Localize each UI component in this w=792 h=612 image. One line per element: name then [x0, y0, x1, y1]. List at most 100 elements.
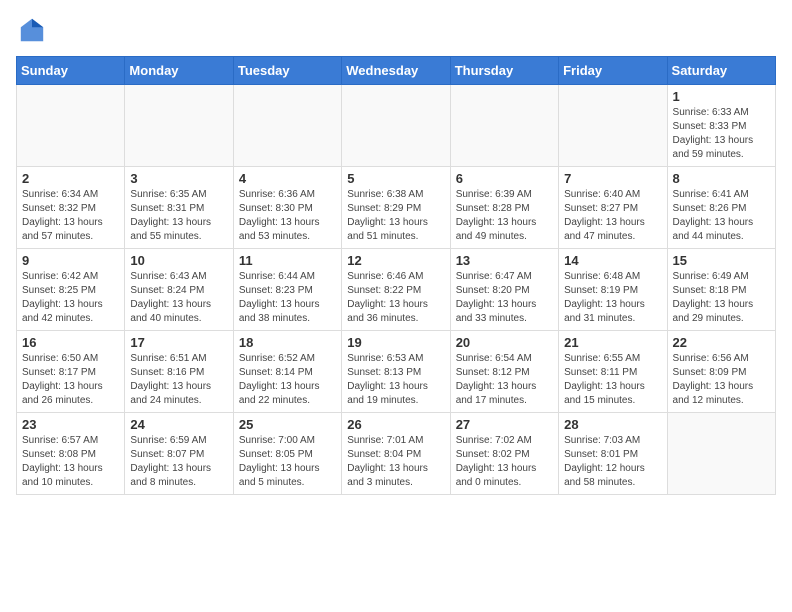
- day-number: 12: [347, 253, 444, 268]
- day-cell: 15 Sunrise: 6:49 AM Sunset: 8:18 PM Dayli…: [667, 249, 775, 331]
- day-number: 14: [564, 253, 661, 268]
- day-info: Sunrise: 7:03 AM Sunset: 8:01 PM Dayligh…: [564, 434, 661, 490]
- day-info: Sunrise: 6:49 AM Sunset: 8:18 PM Dayligh…: [673, 270, 770, 326]
- day-info: Sunrise: 6:56 AM Sunset: 8:09 PM Dayligh…: [673, 352, 770, 408]
- day-info: Sunrise: 6:57 AM Sunset: 8:08 PM Dayligh…: [22, 434, 119, 490]
- day-cell: 1 Sunrise: 6:33 AM Sunset: 8:33 PM Daylig…: [667, 85, 775, 167]
- day-cell: 5 Sunrise: 6:38 AM Sunset: 8:29 PM Daylig…: [342, 167, 450, 249]
- day-cell: 2 Sunrise: 6:34 AM Sunset: 8:32 PM Daylig…: [17, 167, 125, 249]
- day-number: 23: [22, 417, 119, 432]
- weekday-header-friday: Friday: [559, 57, 667, 85]
- day-number: 19: [347, 335, 444, 350]
- weekday-header-monday: Monday: [125, 57, 233, 85]
- logo: [16, 16, 46, 44]
- week-row-2: 2 Sunrise: 6:34 AM Sunset: 8:32 PM Daylig…: [17, 167, 776, 249]
- day-info: Sunrise: 6:50 AM Sunset: 8:17 PM Dayligh…: [22, 352, 119, 408]
- day-cell: 16 Sunrise: 6:50 AM Sunset: 8:17 PM Dayli…: [17, 331, 125, 413]
- day-cell: 23 Sunrise: 6:57 AM Sunset: 8:08 PM Dayli…: [17, 413, 125, 495]
- day-number: 3: [130, 171, 227, 186]
- day-number: 20: [456, 335, 553, 350]
- day-cell: 9 Sunrise: 6:42 AM Sunset: 8:25 PM Daylig…: [17, 249, 125, 331]
- day-info: Sunrise: 6:38 AM Sunset: 8:29 PM Dayligh…: [347, 188, 444, 244]
- day-number: 27: [456, 417, 553, 432]
- day-cell: 17 Sunrise: 6:51 AM Sunset: 8:16 PM Dayli…: [125, 331, 233, 413]
- day-cell: 10Sunrise: 6:43 AM Sunset: 8:24 PM Dayli…: [125, 249, 233, 331]
- day-cell: 20 Sunrise: 6:54 AM Sunset: 8:12 PM Dayli…: [450, 331, 558, 413]
- week-row-4: 16 Sunrise: 6:50 AM Sunset: 8:17 PM Dayli…: [17, 331, 776, 413]
- day-number: 7: [564, 171, 661, 186]
- day-info: Sunrise: 7:02 AM Sunset: 8:02 PM Dayligh…: [456, 434, 553, 490]
- day-info: Sunrise: 6:51 AM Sunset: 8:16 PM Dayligh…: [130, 352, 227, 408]
- day-cell: 18 Sunrise: 6:52 AM Sunset: 8:14 PM Dayli…: [233, 331, 341, 413]
- weekday-header-sunday: Sunday: [17, 57, 125, 85]
- weekday-header-wednesday: Wednesday: [342, 57, 450, 85]
- day-number: 8: [673, 171, 770, 186]
- day-cell: [233, 85, 341, 167]
- day-cell: 24 Sunrise: 6:59 AM Sunset: 8:07 PM Dayli…: [125, 413, 233, 495]
- day-cell: 12 Sunrise: 6:46 AM Sunset: 8:22 PM Dayli…: [342, 249, 450, 331]
- calendar: SundayMondayTuesdayWednesdayThursdayFrid…: [16, 56, 776, 495]
- day-info: Sunrise: 6:48 AM Sunset: 8:19 PM Dayligh…: [564, 270, 661, 326]
- day-cell: 28 Sunrise: 7:03 AM Sunset: 8:01 PM Dayli…: [559, 413, 667, 495]
- day-info: Sunrise: 6:54 AM Sunset: 8:12 PM Dayligh…: [456, 352, 553, 408]
- day-cell: [450, 85, 558, 167]
- day-cell: 27 Sunrise: 7:02 AM Sunset: 8:02 PM Dayli…: [450, 413, 558, 495]
- day-cell: 13 Sunrise: 6:47 AM Sunset: 8:20 PM Dayli…: [450, 249, 558, 331]
- day-cell: [667, 413, 775, 495]
- day-info: Sunrise: 7:01 AM Sunset: 8:04 PM Dayligh…: [347, 434, 444, 490]
- week-row-5: 23 Sunrise: 6:57 AM Sunset: 8:08 PM Dayli…: [17, 413, 776, 495]
- weekday-header-thursday: Thursday: [450, 57, 558, 85]
- day-info: Sunrise: 6:41 AM Sunset: 8:26 PM Dayligh…: [673, 188, 770, 244]
- weekday-header-tuesday: Tuesday: [233, 57, 341, 85]
- day-cell: [559, 85, 667, 167]
- day-info: Sunrise: 6:46 AM Sunset: 8:22 PM Dayligh…: [347, 270, 444, 326]
- day-info: Sunrise: 6:47 AM Sunset: 8:20 PM Dayligh…: [456, 270, 553, 326]
- day-cell: [342, 85, 450, 167]
- day-info: Sunrise: 6:43 AM Sunset: 8:24 PM Dayligh…: [130, 270, 227, 326]
- day-info: Sunrise: 6:44 AM Sunset: 8:23 PM Dayligh…: [239, 270, 336, 326]
- day-number: 28: [564, 417, 661, 432]
- day-info: Sunrise: 6:34 AM Sunset: 8:32 PM Dayligh…: [22, 188, 119, 244]
- day-info: Sunrise: 6:42 AM Sunset: 8:25 PM Dayligh…: [22, 270, 119, 326]
- day-number: 5: [347, 171, 444, 186]
- day-number: 11: [239, 253, 336, 268]
- weekday-header-saturday: Saturday: [667, 57, 775, 85]
- day-cell: 11 Sunrise: 6:44 AM Sunset: 8:23 PM Dayli…: [233, 249, 341, 331]
- day-number: 1: [673, 89, 770, 104]
- day-cell: 8 Sunrise: 6:41 AM Sunset: 8:26 PM Daylig…: [667, 167, 775, 249]
- day-cell: 3 Sunrise: 6:35 AM Sunset: 8:31 PM Daylig…: [125, 167, 233, 249]
- day-number: 9: [22, 253, 119, 268]
- day-info: Sunrise: 6:40 AM Sunset: 8:27 PM Dayligh…: [564, 188, 661, 244]
- week-row-3: 9 Sunrise: 6:42 AM Sunset: 8:25 PM Daylig…: [17, 249, 776, 331]
- day-info: Sunrise: 6:53 AM Sunset: 8:13 PM Dayligh…: [347, 352, 444, 408]
- day-number: 18: [239, 335, 336, 350]
- day-info: Sunrise: 6:55 AM Sunset: 8:11 PM Dayligh…: [564, 352, 661, 408]
- day-info: Sunrise: 6:33 AM Sunset: 8:33 PM Dayligh…: [673, 106, 770, 162]
- day-cell: 14 Sunrise: 6:48 AM Sunset: 8:19 PM Dayli…: [559, 249, 667, 331]
- day-cell: 22 Sunrise: 6:56 AM Sunset: 8:09 PM Dayli…: [667, 331, 775, 413]
- header: [16, 16, 776, 44]
- day-number: 24: [130, 417, 227, 432]
- day-cell: 4Sunrise: 6:36 AM Sunset: 8:30 PM Daylig…: [233, 167, 341, 249]
- day-number: 22: [673, 335, 770, 350]
- day-info: Sunrise: 6:35 AM Sunset: 8:31 PM Dayligh…: [130, 188, 227, 244]
- day-number: 17: [130, 335, 227, 350]
- day-number: 15: [673, 253, 770, 268]
- day-cell: 26 Sunrise: 7:01 AM Sunset: 8:04 PM Dayli…: [342, 413, 450, 495]
- day-number: 21: [564, 335, 661, 350]
- day-number: 2: [22, 171, 119, 186]
- day-info: Sunrise: 7:00 AM Sunset: 8:05 PM Dayligh…: [239, 434, 336, 490]
- day-number: 16: [22, 335, 119, 350]
- logo-icon: [18, 16, 46, 44]
- day-cell: [17, 85, 125, 167]
- weekday-header-row: SundayMondayTuesdayWednesdayThursdayFrid…: [17, 57, 776, 85]
- day-info: Sunrise: 6:52 AM Sunset: 8:14 PM Dayligh…: [239, 352, 336, 408]
- day-number: 26: [347, 417, 444, 432]
- day-number: 4: [239, 171, 336, 186]
- day-info: Sunrise: 6:59 AM Sunset: 8:07 PM Dayligh…: [130, 434, 227, 490]
- day-info: Sunrise: 6:39 AM Sunset: 8:28 PM Dayligh…: [456, 188, 553, 244]
- day-cell: 21 Sunrise: 6:55 AM Sunset: 8:11 PM Dayli…: [559, 331, 667, 413]
- day-number: 25: [239, 417, 336, 432]
- day-number: 13: [456, 253, 553, 268]
- day-number: 6: [456, 171, 553, 186]
